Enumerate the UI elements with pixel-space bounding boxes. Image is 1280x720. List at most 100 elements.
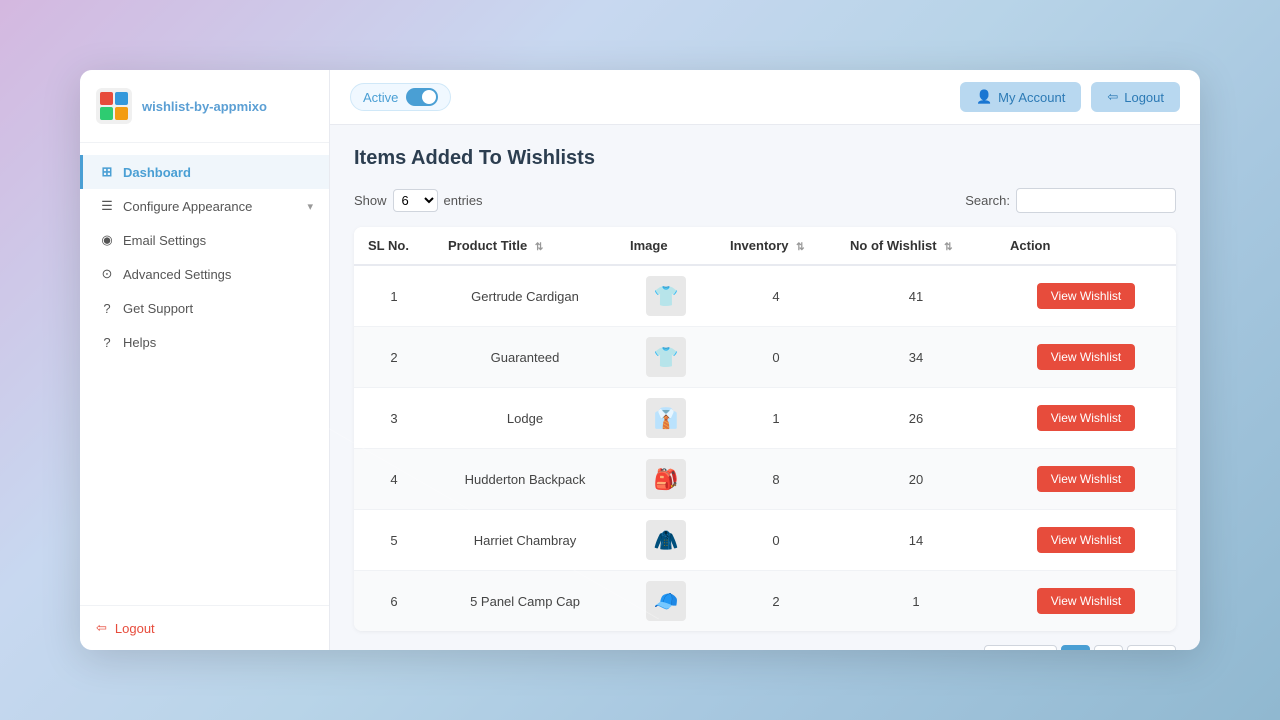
view-wishlist-button[interactable]: View Wishlist — [1037, 283, 1135, 309]
sidebar-logout-button[interactable]: ⇦ Logout — [96, 620, 313, 636]
cell-image: 🧢 — [616, 571, 716, 632]
view-wishlist-button[interactable]: View Wishlist — [1037, 405, 1135, 431]
table-row: 5 Harriet Chambray 🧥 0 14 View Wishlist — [354, 510, 1176, 571]
cell-sl: 1 — [354, 265, 434, 327]
app-header: Active 👤 My Account ⇦ Logout — [330, 70, 1200, 125]
cell-product-title: Harriet Chambray — [434, 510, 616, 571]
next-button[interactable]: Next — [1127, 645, 1176, 650]
cell-inventory: 4 — [716, 265, 836, 327]
cell-inventory: 0 — [716, 327, 836, 388]
sort-icon: ⇅ — [796, 242, 804, 253]
table-row: 1 Gertrude Cardigan 👕 4 41 View Wishlist — [354, 265, 1176, 327]
cell-sl: 2 — [354, 327, 434, 388]
cell-product-title: Guaranteed — [434, 327, 616, 388]
table-header-row: SL No. Product Title ⇅ Image Inventory ⇅ — [354, 227, 1176, 265]
cell-product-title: 5 Panel Camp Cap — [434, 571, 616, 632]
sidebar-navigation: ⊞ Dashboard ☰ Configure Appearance ▾ ◉ E… — [80, 143, 329, 605]
sidebar-item-configure-appearance[interactable]: ☰ Configure Appearance ▾ — [80, 189, 329, 223]
configure-icon: ☰ — [99, 198, 115, 214]
cell-image: 🧥 — [616, 510, 716, 571]
entries-select[interactable]: 6 10 25 — [393, 189, 438, 212]
col-header-inventory[interactable]: Inventory ⇅ — [716, 227, 836, 265]
cell-inventory: 1 — [716, 388, 836, 449]
header-logout-button[interactable]: ⇦ Logout — [1091, 82, 1180, 112]
cell-product-title: Gertrude Cardigan — [434, 265, 616, 327]
view-wishlist-button[interactable]: View Wishlist — [1037, 527, 1135, 553]
cell-image: 🎒 — [616, 449, 716, 510]
sidebar-logo: wishlist-by-appmixo — [80, 70, 329, 143]
cell-action: View Wishlist — [996, 449, 1176, 510]
entries-label: entries — [444, 193, 483, 208]
view-wishlist-button[interactable]: View Wishlist — [1037, 588, 1135, 614]
sidebar-item-label: Get Support — [123, 301, 313, 316]
active-toggle-container[interactable]: Active — [350, 83, 451, 111]
cell-inventory: 8 — [716, 449, 836, 510]
logout-icon: ⇦ — [1107, 89, 1118, 105]
cell-no-of-wishlist: 14 — [836, 510, 996, 571]
col-header-product[interactable]: Product Title ⇅ — [434, 227, 616, 265]
active-toggle-switch[interactable] — [406, 88, 438, 106]
view-wishlist-button[interactable]: View Wishlist — [1037, 344, 1135, 370]
view-wishlist-button[interactable]: View Wishlist — [1037, 466, 1135, 492]
page-1-button[interactable]: 1 — [1061, 645, 1090, 650]
cell-action: View Wishlist — [996, 327, 1176, 388]
product-image: 👕 — [646, 276, 686, 316]
page-2-button[interactable]: 2 — [1094, 645, 1123, 650]
cell-product-title: Lodge — [434, 388, 616, 449]
cell-product-title: Hudderton Backpack — [434, 449, 616, 510]
sidebar-item-email-settings[interactable]: ◉ Email Settings — [80, 223, 329, 257]
table-row: 2 Guaranteed 👕 0 34 View Wishlist — [354, 327, 1176, 388]
cell-action: View Wishlist — [996, 388, 1176, 449]
sort-icon: ⇅ — [535, 242, 543, 253]
sidebar-item-dashboard[interactable]: ⊞ Dashboard — [80, 155, 329, 189]
sidebar-item-helps[interactable]: ? Helps — [80, 325, 329, 359]
cell-no-of-wishlist: 41 — [836, 265, 996, 327]
email-icon: ◉ — [99, 232, 115, 248]
product-image: 🧢 — [646, 581, 686, 621]
help-icon: ? — [99, 334, 115, 350]
table-body: 1 Gertrude Cardigan 👕 4 41 View Wishlist… — [354, 265, 1176, 631]
cell-sl: 5 — [354, 510, 434, 571]
sidebar-footer: ⇦ Logout — [80, 605, 329, 650]
sidebar-item-get-support[interactable]: ? Get Support — [80, 291, 329, 325]
page-title: Items Added To Wishlists — [354, 147, 1176, 170]
col-header-sl: SL No. — [354, 227, 434, 265]
show-label: Show — [354, 193, 387, 208]
cell-no-of-wishlist: 26 — [836, 388, 996, 449]
table-footer: Showing 1 to 6 of 6 entries Previous 1 2… — [354, 645, 1176, 650]
active-label: Active — [363, 90, 398, 105]
cell-no-of-wishlist: 1 — [836, 571, 996, 632]
table-row: 4 Hudderton Backpack 🎒 8 20 View Wishlis… — [354, 449, 1176, 510]
settings-icon: ⊙ — [99, 266, 115, 282]
cell-no-of-wishlist: 20 — [836, 449, 996, 510]
main-content: Active 👤 My Account ⇦ Logout Items Added… — [330, 70, 1200, 650]
sidebar: wishlist-by-appmixo ⊞ Dashboard ☰ Config… — [80, 70, 330, 650]
pagination: Previous 1 2 Next — [984, 645, 1176, 650]
search-label: Search: — [965, 193, 1010, 208]
my-account-button[interactable]: 👤 My Account — [960, 82, 1081, 112]
support-icon: ? — [99, 300, 115, 316]
product-image: 🧥 — [646, 520, 686, 560]
cell-image: 👔 — [616, 388, 716, 449]
sidebar-logout-label: Logout — [115, 621, 155, 636]
sidebar-item-label: Helps — [123, 335, 313, 350]
user-icon: 👤 — [976, 89, 992, 105]
table-controls: Show 6 10 25 entries Search: — [354, 188, 1176, 213]
header-actions: 👤 My Account ⇦ Logout — [960, 82, 1180, 112]
show-entries-control: Show 6 10 25 entries — [354, 189, 483, 212]
product-image: 👔 — [646, 398, 686, 438]
cell-inventory: 0 — [716, 510, 836, 571]
search-input[interactable] — [1016, 188, 1176, 213]
cell-sl: 6 — [354, 571, 434, 632]
previous-button[interactable]: Previous — [984, 645, 1057, 650]
sidebar-item-label: Email Settings — [123, 233, 313, 248]
col-header-no-of-wishlist[interactable]: No of Wishlist ⇅ — [836, 227, 996, 265]
app-window: wishlist-by-appmixo ⊞ Dashboard ☰ Config… — [80, 70, 1200, 650]
cell-image: 👕 — [616, 327, 716, 388]
app-logo-icon — [96, 88, 132, 124]
sort-icon: ⇅ — [944, 242, 952, 253]
app-name: wishlist-by-appmixo — [142, 99, 267, 114]
sidebar-item-advanced-settings[interactable]: ⊙ Advanced Settings — [80, 257, 329, 291]
content-area: Items Added To Wishlists Show 6 10 25 en… — [330, 125, 1200, 650]
cell-no-of-wishlist: 34 — [836, 327, 996, 388]
